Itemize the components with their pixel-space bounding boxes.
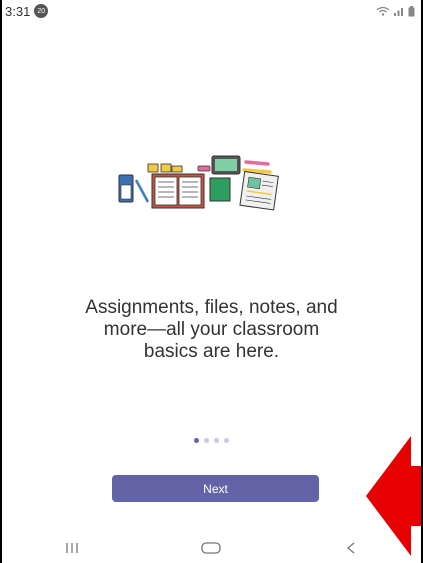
page-dot[interactable] [204,438,209,443]
home-button[interactable] [181,536,241,560]
system-nav-bar [2,533,421,563]
onboarding-screen: 3:31 20 Assignments, files, notes, and m… [0,0,423,563]
book-icon [209,177,231,202]
recents-icon [66,543,78,553]
back-button[interactable] [321,536,381,560]
page-dot[interactable] [214,438,219,443]
signal-icon [394,8,403,16]
back-icon [347,542,355,554]
battery-icon [408,5,415,16]
next-button[interactable]: Next [112,475,319,502]
home-icon [201,542,222,554]
status-bar: 3:31 20 [2,0,421,22]
wifi-icon [376,6,390,16]
tagline-line: basics are here. [143,341,280,362]
status-time: 3:31 [5,3,31,19]
tagline-line: Assignments, files, notes, and [85,297,338,318]
notification-badge: 20 [34,4,49,18]
tagline-line: more—all your classroom [103,319,320,340]
page-indicator [2,438,421,443]
sticky-note-icon [147,163,159,173]
clipboard-icon [239,170,279,211]
onboarding-tagline: Assignments, files, notes, and more—all … [2,297,421,363]
classroom-illustration [118,155,279,211]
page-dot[interactable] [224,438,229,443]
recents-button[interactable] [42,536,102,560]
page-dot-active[interactable] [194,438,199,443]
